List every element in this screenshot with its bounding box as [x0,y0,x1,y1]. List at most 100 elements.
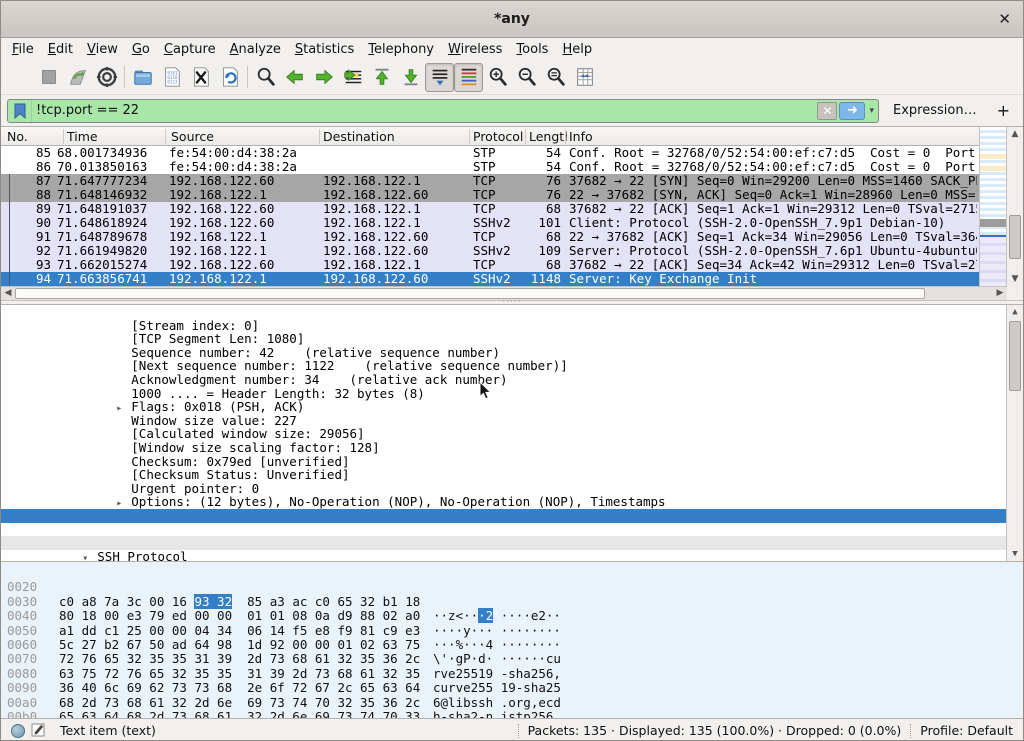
reload-file-button[interactable] [215,63,244,92]
menu-item[interactable]: Edit [41,40,80,59]
go-back-button[interactable] [280,63,309,92]
close-file-button[interactable] [186,63,215,92]
packet-list-header[interactable]: No. Time Source Destination Protocol Len… [1,127,1023,146]
column-header-time[interactable]: Time [67,129,98,144]
column-header-source[interactable]: Source [171,129,214,144]
status-profile[interactable]: Profile: Default [920,723,1013,738]
scroll-left-icon[interactable]: ◀ [1,287,15,300]
open-file-button[interactable] [128,63,157,92]
menu-item[interactable]: Tools [509,40,555,59]
menu-item[interactable]: Go [125,40,157,59]
hex-row[interactable]: 0020 c0 a8 7a 3c 00 16 93 32 85 a3 ac c0… [1,566,1023,580]
menu-item[interactable]: File [5,40,41,59]
stop-capture-button[interactable] [34,63,63,92]
detail-line[interactable]: Urgent pointer: 0 [1,468,1023,482]
packet-row[interactable]: 93 71.662015274 192.168.122.60 192.168.1… [1,258,979,272]
packet-row[interactable]: 86 70.013850163 fe:54:00:d4:38:2a STP 54… [1,160,979,174]
column-header-protocol[interactable]: Protocol [473,129,523,144]
menu-item[interactable]: Analyze [223,40,288,59]
detail-line[interactable]: [Stream index: 0] [1,305,1023,319]
zoom-out-button[interactable] [512,63,541,92]
go-first-packet-button[interactable] [367,63,396,92]
scroll-up-icon[interactable]: ▲ [1007,305,1023,319]
go-last-packet-button[interactable] [396,63,425,92]
packet-row[interactable]: 91 71.648789678 192.168.122.1 192.168.12… [1,230,979,244]
packet-list-vscrollbar[interactable]: ▲ ▼ [1006,127,1023,286]
packet-row[interactable]: 88 71.648146932 192.168.122.1 192.168.12… [1,188,979,202]
filter-bookmark-icon[interactable] [8,100,32,122]
go-to-packet-button[interactable] [338,63,367,92]
auto-scroll-button[interactable] [425,63,454,92]
packet-row[interactable]: 90 71.648618924 192.168.122.60 192.168.1… [1,216,979,230]
find-packet-button[interactable] [251,63,280,92]
packet-row[interactable]: 85 68.001734936 fe:54:00:d4:38:2a STP 54… [1,146,979,160]
save-file-button[interactable]: 010101100113 [157,63,186,92]
detail-line[interactable]: [Next sequence number: 1122 (relative se… [1,346,1023,360]
menu-item[interactable]: Statistics [288,40,361,59]
zoom-reset-button[interactable] [541,63,570,92]
add-filter-button[interactable]: + [987,101,1020,120]
filter-history-caret-icon[interactable]: ▾ [867,106,878,116]
restart-capture-button[interactable] [63,63,92,92]
hex-row[interactable]: 0050 5c 27 b2 67 50 ad 64 98 1d 92 00 00… [1,609,1023,623]
packet-row[interactable]: 89 71.648191037 192.168.122.60 192.168.1… [1,202,979,216]
column-header-destination[interactable]: Destination [323,129,395,144]
expert-info-icon[interactable] [11,724,25,738]
detail-line[interactable]: Acknowledgment number: 34 (relative ack … [1,359,1023,373]
detail-line[interactable]: 1000 .... = Header Length: 32 bytes (8) [1,373,1023,387]
hex-row[interactable]: 0080 36 40 6c 69 62 73 73 68 2e 6f 72 67… [1,652,1023,666]
hex-row[interactable]: 0060 72 76 65 32 35 35 31 39 2d 73 68 61… [1,624,1023,638]
hex-row[interactable]: 0090 68 2d 73 68 61 32 2d 6e 69 73 74 70… [1,667,1023,681]
detail-line[interactable]: Sequence number: 42 (relative sequence n… [1,332,1023,346]
detail-line[interactable]: Window size value: 227 [1,400,1023,414]
menu-item[interactable]: Capture [157,40,223,59]
detail-line[interactable]: Checksum: 0x79ed [unverified] [1,441,1023,455]
hex-row[interactable]: 0030 80 18 00 e3 79 ed 00 00 01 01 08 0a… [1,580,1023,594]
title-bar[interactable]: *any ✕ [1,1,1023,38]
detail-line[interactable]: TCP payload (1080 bytes) [1,523,1023,537]
filter-clear-icon[interactable]: ✕ [817,102,837,120]
hex-row[interactable]: 00a0 65 63 64 68 2d 73 68 61 32 2d 6e 69… [1,681,1023,695]
detail-line[interactable]: ▸Flags: 0x018 (PSH, ACK) [1,387,1023,401]
column-header-length[interactable]: Length [529,129,567,144]
detail-line[interactable]: [Checksum Status: Unverified] [1,455,1023,469]
packet-row[interactable]: 92 71.661949820 192.168.122.1 192.168.12… [1,244,979,258]
detail-line[interactable]: [Window size scaling factor: 128] [1,427,1023,441]
scrollbar-thumb[interactable] [15,288,925,299]
zoom-in-button[interactable] [483,63,512,92]
display-filter-field[interactable]: ✕ ➜ ▾ [7,99,879,123]
expression-button[interactable]: Expression… [879,103,987,118]
filter-input[interactable] [32,103,817,118]
column-header-info[interactable]: Info [569,129,593,144]
detail-line[interactable]: ▸[SEQ/ACK analysis] [1,495,1023,509]
details-vscrollbar[interactable]: ▲ ▼ [1006,305,1023,561]
detail-line[interactable]: [TCP Segment Len: 1080] [1,319,1023,333]
menu-item[interactable]: Help [555,40,599,59]
close-window-icon[interactable]: ✕ [998,10,1011,28]
menu-item[interactable]: Wireless [441,40,509,59]
scroll-right-icon[interactable]: ▶ [993,287,1007,300]
resize-columns-button[interactable] [570,63,599,92]
hex-row[interactable]: 00b0 38 34 2c 65 63 64 68 2d 73 68 61 32… [1,696,1023,710]
start-capture-button[interactable] [5,63,34,92]
hex-row[interactable]: 0040 a1 dd c1 25 00 00 04 34 06 14 f5 e8… [1,595,1023,609]
detail-line[interactable]: ▸SSH Version 2 (encryption:chacha20-poly… [1,550,1023,562]
scroll-up-icon[interactable]: ▲ [1007,127,1023,141]
detail-line[interactable]: ▸[Timestamps] [1,509,1023,523]
filter-apply-icon[interactable]: ➜ [839,102,865,120]
scrollbar-thumb[interactable] [1009,215,1021,259]
packet-row[interactable]: 94 71.663856741 192.168.122.1 192.168.12… [1,272,979,286]
capture-options-button[interactable] [92,63,121,92]
packet-row[interactable]: 87 71.647777234 192.168.122.60 192.168.1… [1,174,979,188]
detail-line[interactable]: [Calculated window size: 29056] [1,414,1023,428]
colorize-button[interactable] [454,63,483,92]
column-header-no[interactable]: No. [7,129,28,144]
scroll-down-icon[interactable]: ▼ [1007,272,1023,286]
scrollbar-thumb[interactable] [1009,321,1021,391]
menu-item[interactable]: Telephony [361,40,441,59]
menu-item[interactable]: View [80,40,125,59]
scroll-down-icon[interactable]: ▼ [1007,547,1023,561]
detail-line[interactable]: ▸Options: (12 bytes), No-Operation (NOP)… [1,482,1023,496]
capture-comment-icon[interactable] [31,722,46,740]
hex-row[interactable]: 0070 63 75 72 76 65 32 35 35 31 39 2d 73… [1,638,1023,652]
